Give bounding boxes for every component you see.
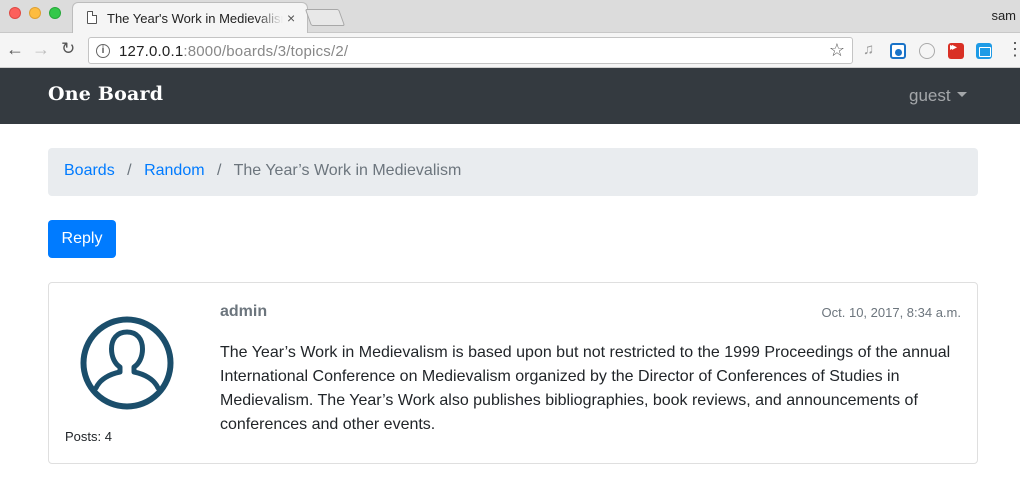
site-navbar: One Board guest (0, 68, 1020, 124)
ghost-extension-icon[interactable] (919, 43, 935, 59)
fast-forward-extension-icon[interactable] (948, 42, 964, 59)
url-host: 127.0.0.1 (119, 43, 184, 60)
bookmark-star-icon[interactable]: ☆ (829, 40, 845, 61)
address-bar[interactable]: i 127.0.0.1:8000/boards/3/topics/2/ ☆ (88, 37, 853, 64)
brand-logo[interactable]: One Board (48, 83, 163, 105)
post-body: The Year’s Work in Medievalism is based … (220, 344, 951, 433)
reload-icon[interactable]: ↻ (61, 39, 75, 59)
reply-button[interactable]: Reply (48, 220, 116, 258)
back-arrow-icon[interactable]: ← (6, 39, 24, 59)
new-tab-button[interactable] (304, 9, 346, 26)
url-path: :8000/boards/3/topics/2/ (183, 43, 349, 60)
user-dropdown[interactable]: guest (909, 86, 967, 106)
forward-arrow-icon[interactable]: → (32, 39, 50, 59)
breadcrumb-separator: / (217, 162, 222, 179)
breadcrumb-boards[interactable]: Boards (64, 162, 115, 179)
user-dropdown-label: guest (909, 86, 951, 105)
caret-down-icon (956, 92, 967, 97)
document-icon (87, 11, 97, 24)
minimize-window-button[interactable] (29, 7, 41, 19)
user-posts-count: Posts: 4 (65, 429, 112, 444)
close-window-button[interactable] (9, 7, 21, 19)
maximize-window-button[interactable] (49, 7, 61, 19)
tab-title: The Year's Work in Medievalism (107, 11, 283, 26)
music-extension-icon[interactable]: ♫ (863, 41, 879, 58)
browser-toolbar: ← → ↻ i 127.0.0.1:8000/boards/3/topics/2… (0, 33, 1020, 68)
post-author: admin (220, 303, 268, 320)
browser-titlebar: The Year's Work in Medievalism × sam (0, 0, 1020, 33)
browser-tab[interactable]: The Year's Work in Medievalism × (72, 2, 308, 33)
tab-close-icon[interactable]: × (287, 10, 295, 26)
info-icon[interactable]: i (96, 44, 110, 58)
browser-menu-icon[interactable]: ⋮ (1006, 39, 1020, 60)
breadcrumb: Boards / Random / The Year’s Work in Med… (48, 148, 978, 196)
post-card: Posts: 4 admin Oct. 10, 2017, 8:34 a.m. … (48, 282, 978, 464)
screenshot-extension-icon[interactable] (890, 43, 906, 59)
url-text[interactable]: 127.0.0.1:8000/boards/3/topics/2/ (119, 43, 348, 60)
post-date: Oct. 10, 2017, 8:34 a.m. (821, 305, 961, 320)
breadcrumb-current: The Year’s Work in Medievalism (233, 162, 462, 179)
breadcrumb-separator: / (127, 162, 132, 179)
browser-profile-name[interactable]: sam (991, 8, 1016, 23)
user-avatar-icon (80, 316, 174, 410)
reader-extension-icon[interactable] (976, 43, 992, 59)
breadcrumb-random[interactable]: Random (144, 162, 204, 179)
